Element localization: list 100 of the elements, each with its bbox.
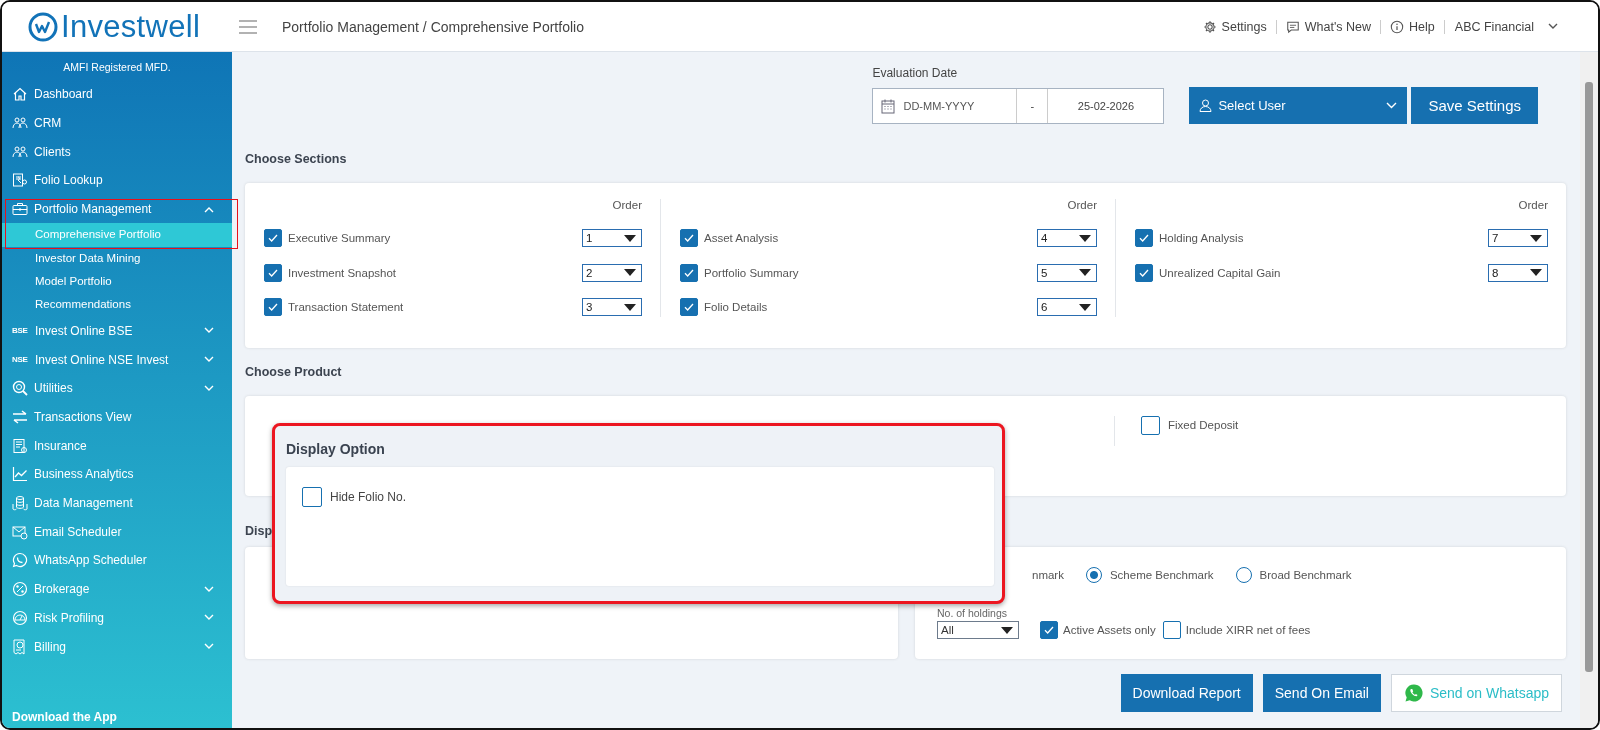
option-label: nmark bbox=[1032, 569, 1064, 581]
order-select[interactable]: 2 bbox=[582, 263, 642, 282]
sidebar-subitem[interactable]: Model Portfolio bbox=[2, 270, 232, 294]
order-select[interactable]: 5 bbox=[1037, 263, 1097, 282]
option-label: Asset Analysis bbox=[704, 232, 780, 245]
house-icon bbox=[12, 86, 28, 103]
order-select[interactable]: 7 bbox=[1488, 229, 1548, 248]
document-icon bbox=[12, 172, 28, 189]
sidebar-item[interactable]: Dashboard bbox=[2, 80, 232, 109]
checkbox[interactable] bbox=[1141, 416, 1160, 435]
caret-icon bbox=[1079, 303, 1091, 311]
checkbox[interactable] bbox=[1135, 229, 1153, 248]
header-link[interactable]: Settings bbox=[1193, 19, 1277, 34]
info-icon bbox=[1390, 19, 1405, 34]
caret-icon bbox=[1079, 234, 1091, 242]
sidebar-item[interactable]: Clients bbox=[2, 137, 232, 167]
radio-button[interactable] bbox=[1085, 567, 1102, 583]
calendar-icon bbox=[881, 98, 896, 114]
option-label: Scheme Benchmark bbox=[1109, 569, 1214, 581]
radio-button[interactable] bbox=[1235, 567, 1252, 583]
save-settings-button[interactable]: Save Settings bbox=[1411, 87, 1538, 124]
checkbox[interactable] bbox=[1135, 263, 1153, 282]
checkbox[interactable] bbox=[264, 298, 282, 317]
checkbox[interactable] bbox=[264, 229, 282, 248]
logo-text: Investwell bbox=[61, 8, 201, 45]
column-heading: Order bbox=[1517, 199, 1548, 213]
exchange-label: BSE bbox=[12, 326, 29, 336]
sidebar-subitem[interactable]: Recommendations bbox=[2, 293, 232, 317]
chat-bubble-icon bbox=[1403, 683, 1424, 703]
sidebar-item[interactable]: Folio Lookup bbox=[2, 166, 232, 195]
receipt-icon bbox=[12, 638, 28, 655]
sidebar-item[interactable]: Business Analytics bbox=[2, 460, 232, 489]
order-select[interactable]: 1 bbox=[582, 229, 642, 248]
settings-icon bbox=[1202, 19, 1217, 34]
caret-icon bbox=[624, 269, 636, 277]
option-label: Include XIRR net of fees bbox=[1185, 624, 1311, 636]
sidebar-subitem[interactable]: Investor Data Mining bbox=[2, 246, 232, 271]
order-select[interactable]: 4 bbox=[1037, 229, 1097, 248]
logo-icon bbox=[28, 11, 58, 42]
account-menu[interactable]: ABC Financial bbox=[1444, 19, 1568, 34]
chat-icon bbox=[12, 552, 28, 569]
sidebar-item[interactable]: NSE Invest Online NSE Invest bbox=[2, 345, 232, 374]
sidebar-item[interactable]: BSE Invest Online BSE bbox=[2, 316, 232, 346]
checkbox[interactable] bbox=[1162, 621, 1181, 639]
user-icon bbox=[1199, 99, 1213, 112]
order-select[interactable]: 6 bbox=[1037, 298, 1097, 317]
whatsapp-button[interactable]: Send on Whatsapp bbox=[1390, 674, 1562, 712]
sidebar-item[interactable]: WhatsApp Scheduler bbox=[2, 546, 232, 575]
option-label: Broad Benchmark bbox=[1259, 569, 1352, 581]
check-icon bbox=[683, 232, 695, 245]
option-label: Folio Details bbox=[704, 301, 769, 314]
caret-icon bbox=[1530, 269, 1542, 277]
option-label: Active Assets only bbox=[1063, 624, 1156, 636]
message-icon bbox=[1285, 19, 1300, 34]
checkbox[interactable] bbox=[264, 263, 282, 282]
checkbox[interactable] bbox=[1040, 621, 1058, 639]
check-icon bbox=[267, 301, 279, 314]
sidebar-item[interactable]: Brokerage bbox=[2, 574, 232, 604]
scrollbar-thumb[interactable] bbox=[1585, 82, 1593, 672]
envelope-icon bbox=[12, 523, 28, 540]
sidebar-item[interactable]: CRM bbox=[2, 108, 232, 138]
sidebar-item[interactable]: Portfolio Management bbox=[2, 194, 232, 224]
check-icon bbox=[1138, 232, 1150, 245]
check-icon bbox=[1043, 624, 1055, 636]
sidebar-item[interactable]: Data Management bbox=[2, 488, 232, 518]
column-heading: Order bbox=[1066, 199, 1097, 213]
option-label: Portfolio Summary bbox=[704, 266, 800, 279]
checkbox[interactable] bbox=[302, 487, 322, 507]
sidebar-item[interactable]: Email Scheduler bbox=[2, 517, 232, 547]
header-link[interactable]: What's New bbox=[1276, 19, 1382, 34]
order-select[interactable]: 3 bbox=[582, 298, 642, 317]
check-icon bbox=[683, 301, 695, 314]
option-label: Fixed Deposit bbox=[1168, 418, 1239, 433]
order-select[interactable]: 8 bbox=[1488, 263, 1548, 282]
column-heading: Order bbox=[611, 199, 642, 213]
sidebar-item[interactable]: Utilities bbox=[2, 374, 232, 403]
user-select[interactable]: Select User bbox=[1189, 87, 1408, 124]
download-app-link[interactable]: Download the App bbox=[2, 710, 232, 728]
option-label: Executive Summary bbox=[288, 232, 392, 245]
checkbox[interactable] bbox=[680, 263, 698, 282]
date-range-field[interactable]: DD-MM-YYYY - 25-02-2026 bbox=[872, 88, 1165, 124]
action-button[interactable]: Download Report bbox=[1120, 674, 1253, 712]
header-link[interactable]: Help bbox=[1381, 19, 1445, 34]
sidebar-item[interactable]: Risk Profiling bbox=[2, 603, 232, 633]
sidebar-item[interactable]: Insurance bbox=[2, 431, 232, 461]
chevron-down-icon bbox=[1386, 102, 1398, 109]
action-button[interactable]: Send On Email bbox=[1262, 674, 1381, 712]
document-icon bbox=[12, 437, 28, 454]
option-label: Investment Snapshot bbox=[288, 266, 398, 279]
checkbox[interactable] bbox=[680, 298, 698, 317]
sidebar-item[interactable]: Transactions View bbox=[2, 402, 232, 432]
caret-icon bbox=[1079, 269, 1091, 277]
section-heading: Disp bbox=[245, 523, 274, 539]
check-icon bbox=[267, 232, 279, 245]
sidebar-item[interactable]: Billing bbox=[2, 632, 232, 661]
holdings-select[interactable]: All bbox=[937, 621, 1019, 639]
checkbox[interactable] bbox=[680, 229, 698, 248]
section-heading: Choose Sections bbox=[245, 151, 348, 167]
option-label: Transaction Statement bbox=[288, 301, 405, 314]
caret-icon bbox=[624, 303, 636, 311]
